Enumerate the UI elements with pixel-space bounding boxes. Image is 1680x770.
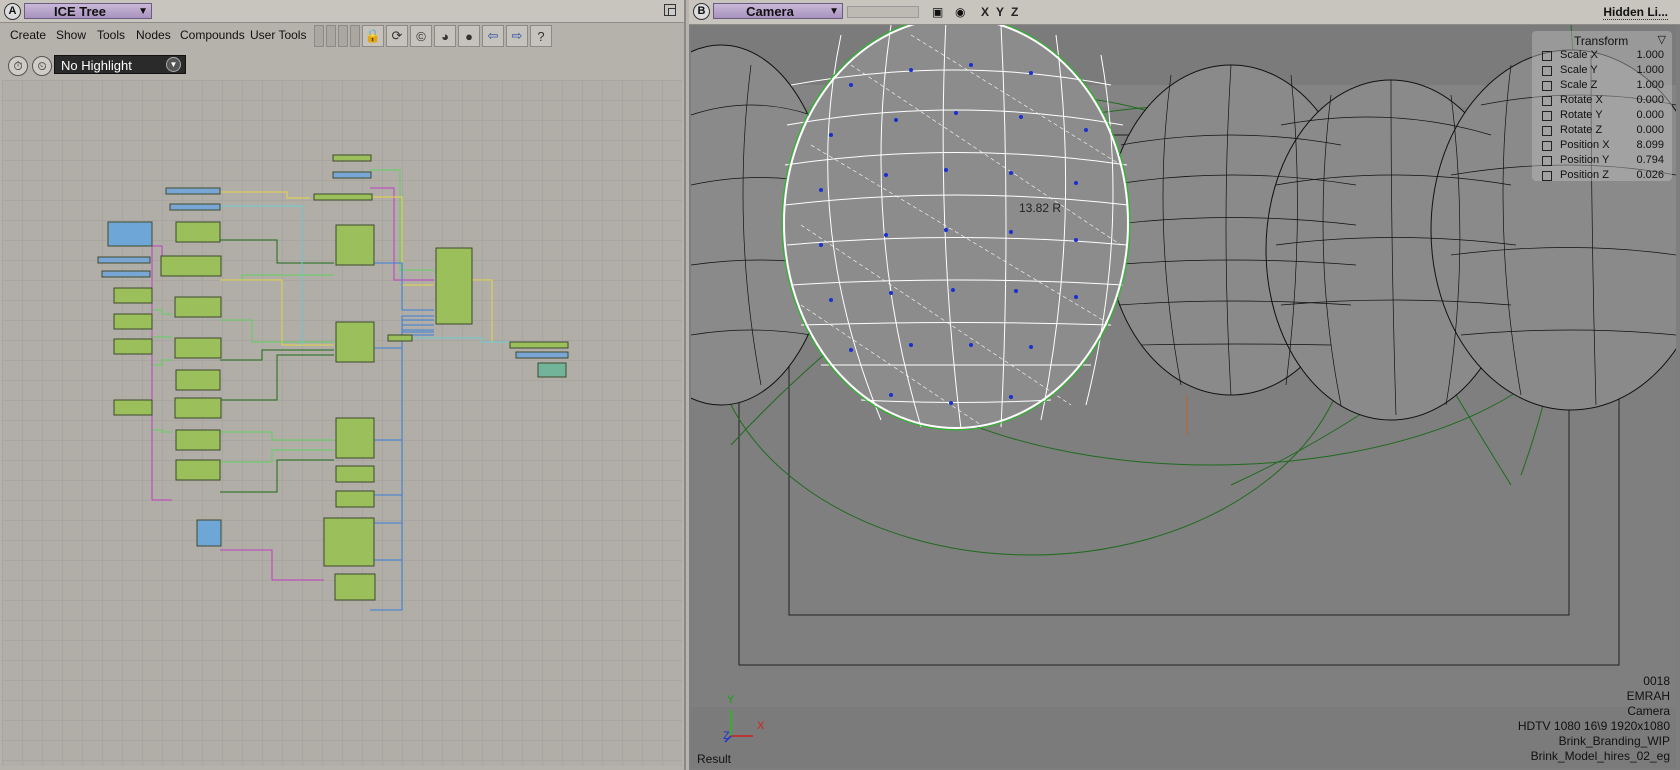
timer-plus-icon[interactable]: ⏲: [32, 56, 52, 76]
user-name: EMRAH: [1626, 689, 1670, 703]
view-type-label: ICE Tree: [53, 4, 107, 19]
viewport-scene: [691, 25, 1676, 768]
highlight-select[interactable]: No Highlight ▼: [54, 55, 186, 74]
menu-show[interactable]: Show: [56, 28, 86, 42]
viewport-header: B Camera ▼ ▣ ◉ X Y Z Hidden Li...: [689, 0, 1680, 25]
transform-row-scale-z[interactable]: Scale Z 1.000: [1542, 79, 1668, 93]
transform-title: Transform: [1574, 34, 1629, 48]
chevron-down-icon: ▼: [829, 6, 839, 17]
transform-row-scale-y[interactable]: Scale Y 1.000: [1542, 64, 1668, 78]
transform-row-rotate-x[interactable]: Rotate X 0.000: [1542, 94, 1668, 108]
frame-number: 0018: [1643, 674, 1670, 688]
checkbox-icon[interactable]: [1542, 51, 1552, 61]
transform-row-rotate-z[interactable]: Rotate Z 0.000: [1542, 124, 1668, 138]
axis-z-toggle[interactable]: Z: [1011, 5, 1018, 19]
viewport-info: 0018 EMRAH Camera HDTV 1080 16\9 1920x10…: [1518, 674, 1670, 764]
globe-icon[interactable]: ◕: [434, 25, 456, 47]
dot-icon[interactable]: ●: [458, 25, 480, 47]
axis-x-toggle[interactable]: X: [981, 5, 989, 19]
pane-b-letter[interactable]: B: [693, 3, 710, 20]
ice-tree-pane: A ICE Tree ▼ Create Show Tools Nodes Com…: [0, 0, 686, 770]
checkbox-icon[interactable]: [1542, 141, 1552, 151]
checkbox-icon[interactable]: [1542, 126, 1552, 136]
camera-icon[interactable]: ▣: [932, 5, 943, 19]
menu-user-tools[interactable]: User Tools: [250, 28, 306, 42]
checkbox-icon[interactable]: [1542, 111, 1552, 121]
menu-nodes[interactable]: Nodes: [136, 28, 171, 42]
project-name: Brink_Branding_WIP: [1558, 734, 1670, 748]
scene-name: Brink_Model_hires_02_eg: [1530, 749, 1670, 763]
pane-a-letter[interactable]: A: [4, 3, 21, 20]
lock-icon[interactable]: 🔒: [362, 25, 384, 47]
view-type-select[interactable]: ICE Tree ▼: [24, 3, 152, 19]
viewport-grip[interactable]: [847, 6, 919, 18]
c-icon[interactable]: ©: [410, 25, 432, 47]
camera-select[interactable]: Camera ▼: [713, 3, 843, 19]
highlight-value: No Highlight: [61, 58, 132, 73]
menu-create[interactable]: Create: [10, 28, 46, 42]
checkbox-icon[interactable]: [1542, 156, 1552, 166]
gizmo-y-label: Y: [727, 694, 735, 706]
ice-toolbar: 🔒 ⟳ © ◕ ● ⇦ ⇨ ?: [314, 25, 552, 51]
help-icon[interactable]: ?: [530, 25, 552, 47]
transform-row-position-y[interactable]: Position Y 0.794: [1542, 154, 1668, 168]
chevron-down-icon: ▼: [138, 6, 148, 17]
grip-handle[interactable]: [350, 25, 360, 47]
transform-row-rotate-y[interactable]: Rotate Y 0.000: [1542, 109, 1668, 123]
menu-tools[interactable]: Tools: [97, 28, 125, 42]
chevron-down-icon: ▼: [166, 57, 181, 72]
camera-name: Camera: [1627, 704, 1670, 718]
ice-tree-titlebar: A ICE Tree ▼: [0, 0, 684, 23]
arrow-left-icon[interactable]: ⇦: [482, 25, 504, 47]
timer-icon[interactable]: ⏱: [8, 56, 28, 76]
ice-node-graph-canvas: [97, 154, 569, 611]
axis-y-toggle[interactable]: Y: [996, 5, 1004, 19]
eye-icon[interactable]: ◉: [955, 5, 965, 19]
display-mode-menu[interactable]: Hidden Li...: [1603, 5, 1668, 20]
arrow-right-icon[interactable]: ⇨: [506, 25, 528, 47]
menu-compounds[interactable]: Compounds: [180, 28, 245, 42]
camera-label: Camera: [746, 4, 794, 19]
checkbox-icon[interactable]: [1542, 66, 1552, 76]
ice-secondary-toolbar: ⏱ ⏲ No Highlight ▼: [0, 52, 684, 78]
refresh-icon[interactable]: ⟳: [386, 25, 408, 47]
grip-handle[interactable]: [314, 25, 324, 47]
transform-row-position-z[interactable]: Position Z 0.026: [1542, 169, 1668, 183]
ice-node-graph[interactable]: [2, 80, 682, 766]
resolution-label: HDTV 1080 16\9 1920x1080: [1517, 719, 1670, 733]
gizmo-z-label: Z: [723, 730, 730, 742]
gizmo-x-label: X: [757, 720, 765, 732]
maximize-pane-icon[interactable]: [664, 4, 676, 16]
result-label: Result: [697, 752, 732, 766]
3d-viewport[interactable]: 13.82 R Transform ▽ Scale X 1.000 Scale Y…: [691, 25, 1676, 768]
checkbox-icon[interactable]: [1542, 81, 1552, 91]
checkbox-icon[interactable]: [1542, 96, 1552, 106]
camera-pane: B Camera ▼ ▣ ◉ X Y Z Hidden Li... 13.82 …: [689, 0, 1680, 770]
transform-row-scale-x[interactable]: Scale X 1.000: [1542, 49, 1668, 63]
grip-handle[interactable]: [338, 25, 348, 47]
grip-handle[interactable]: [326, 25, 336, 47]
transform-row-position-x[interactable]: Position X 8.099: [1542, 139, 1668, 153]
transform-panel: Transform ▽ Scale X 1.000 Scale Y 1.000 Sc…: [1532, 31, 1672, 181]
distance-label: 13.82 R: [1019, 201, 1062, 215]
checkbox-icon[interactable]: [1542, 171, 1552, 181]
collapse-icon[interactable]: ▽: [1658, 33, 1666, 46]
